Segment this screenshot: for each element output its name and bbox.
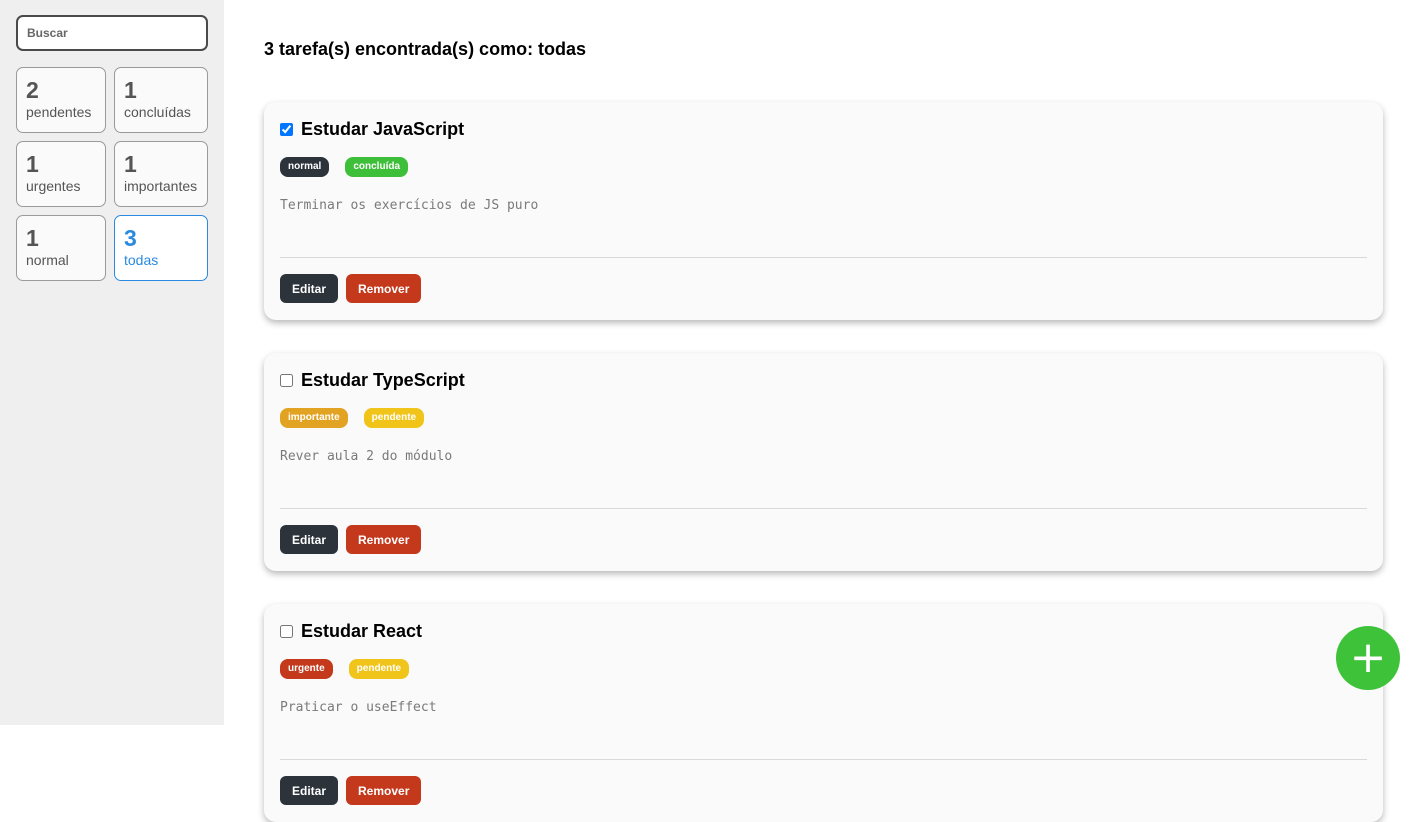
- filter-todas[interactable]: 3 todas: [114, 215, 208, 281]
- filter-label: todas: [124, 252, 159, 268]
- add-task-button[interactable]: +: [1336, 626, 1400, 690]
- filter-normal[interactable]: 1 normal: [16, 215, 106, 281]
- filter-label: pendentes: [26, 104, 92, 120]
- task-card: Estudar TypeScript importante pendente R…: [264, 353, 1383, 571]
- edit-button[interactable]: Editar: [280, 776, 339, 805]
- search-input[interactable]: [16, 15, 208, 51]
- results-summary: 3 tarefa(s) encontrada(s) como: todas: [264, 39, 587, 59]
- filter-count: 1: [124, 151, 137, 177]
- filter-pendentes[interactable]: 2 pendentes: [16, 67, 106, 133]
- sidebar: 2 pendentes 1 concluídas 1 urgentes 1 im…: [0, 0, 224, 725]
- priority-badge: importante: [280, 408, 348, 428]
- remove-button[interactable]: Remover: [346, 776, 422, 805]
- main-content: 3 tarefa(s) encontrada(s) como: todas Es…: [224, 0, 1421, 822]
- divider: [280, 257, 1367, 258]
- task-description: Rever aula 2 do módulo: [280, 449, 453, 464]
- filter-count: 1: [26, 151, 39, 177]
- divider: [280, 759, 1367, 760]
- task-complete-checkbox[interactable]: [280, 123, 293, 136]
- filter-count: 1: [26, 225, 39, 251]
- plus-icon: +: [1349, 632, 1387, 683]
- status-badge: pendente: [363, 408, 425, 428]
- filter-label: normal: [26, 252, 69, 268]
- filter-count: 3: [124, 225, 137, 251]
- task-card: Estudar React urgente pendente Praticar …: [264, 604, 1383, 822]
- filter-grid: 2 pendentes 1 concluídas 1 urgentes 1 im…: [16, 67, 208, 281]
- divider: [280, 508, 1367, 509]
- task-title: Estudar React: [301, 621, 423, 641]
- filter-concluidas[interactable]: 1 concluídas: [114, 67, 208, 133]
- remove-button[interactable]: Remover: [346, 525, 422, 554]
- edit-button[interactable]: Editar: [280, 525, 339, 554]
- task-title: Estudar TypeScript: [301, 370, 465, 390]
- task-description: Praticar o useEffect: [280, 700, 437, 715]
- task-description: Terminar os exercícios de JS puro: [280, 198, 539, 213]
- task-card: Estudar JavaScript normal concluída Term…: [264, 102, 1383, 320]
- filter-urgentes[interactable]: 1 urgentes: [16, 141, 106, 207]
- priority-badge: urgente: [280, 659, 333, 679]
- priority-badge: normal: [280, 157, 330, 177]
- task-title: Estudar JavaScript: [301, 119, 465, 139]
- filter-label: urgentes: [26, 178, 81, 194]
- remove-button[interactable]: Remover: [346, 274, 422, 303]
- filter-importantes[interactable]: 1 importantes: [114, 141, 208, 207]
- filter-label: importantes: [124, 178, 198, 194]
- filter-count: 2: [26, 77, 39, 103]
- status-badge: pendente: [348, 659, 410, 679]
- status-badge: concluída: [345, 157, 409, 177]
- edit-button[interactable]: Editar: [280, 274, 339, 303]
- filter-label: concluídas: [124, 104, 191, 120]
- task-complete-checkbox[interactable]: [280, 625, 293, 638]
- task-complete-checkbox[interactable]: [280, 374, 293, 387]
- filter-count: 1: [124, 77, 137, 103]
